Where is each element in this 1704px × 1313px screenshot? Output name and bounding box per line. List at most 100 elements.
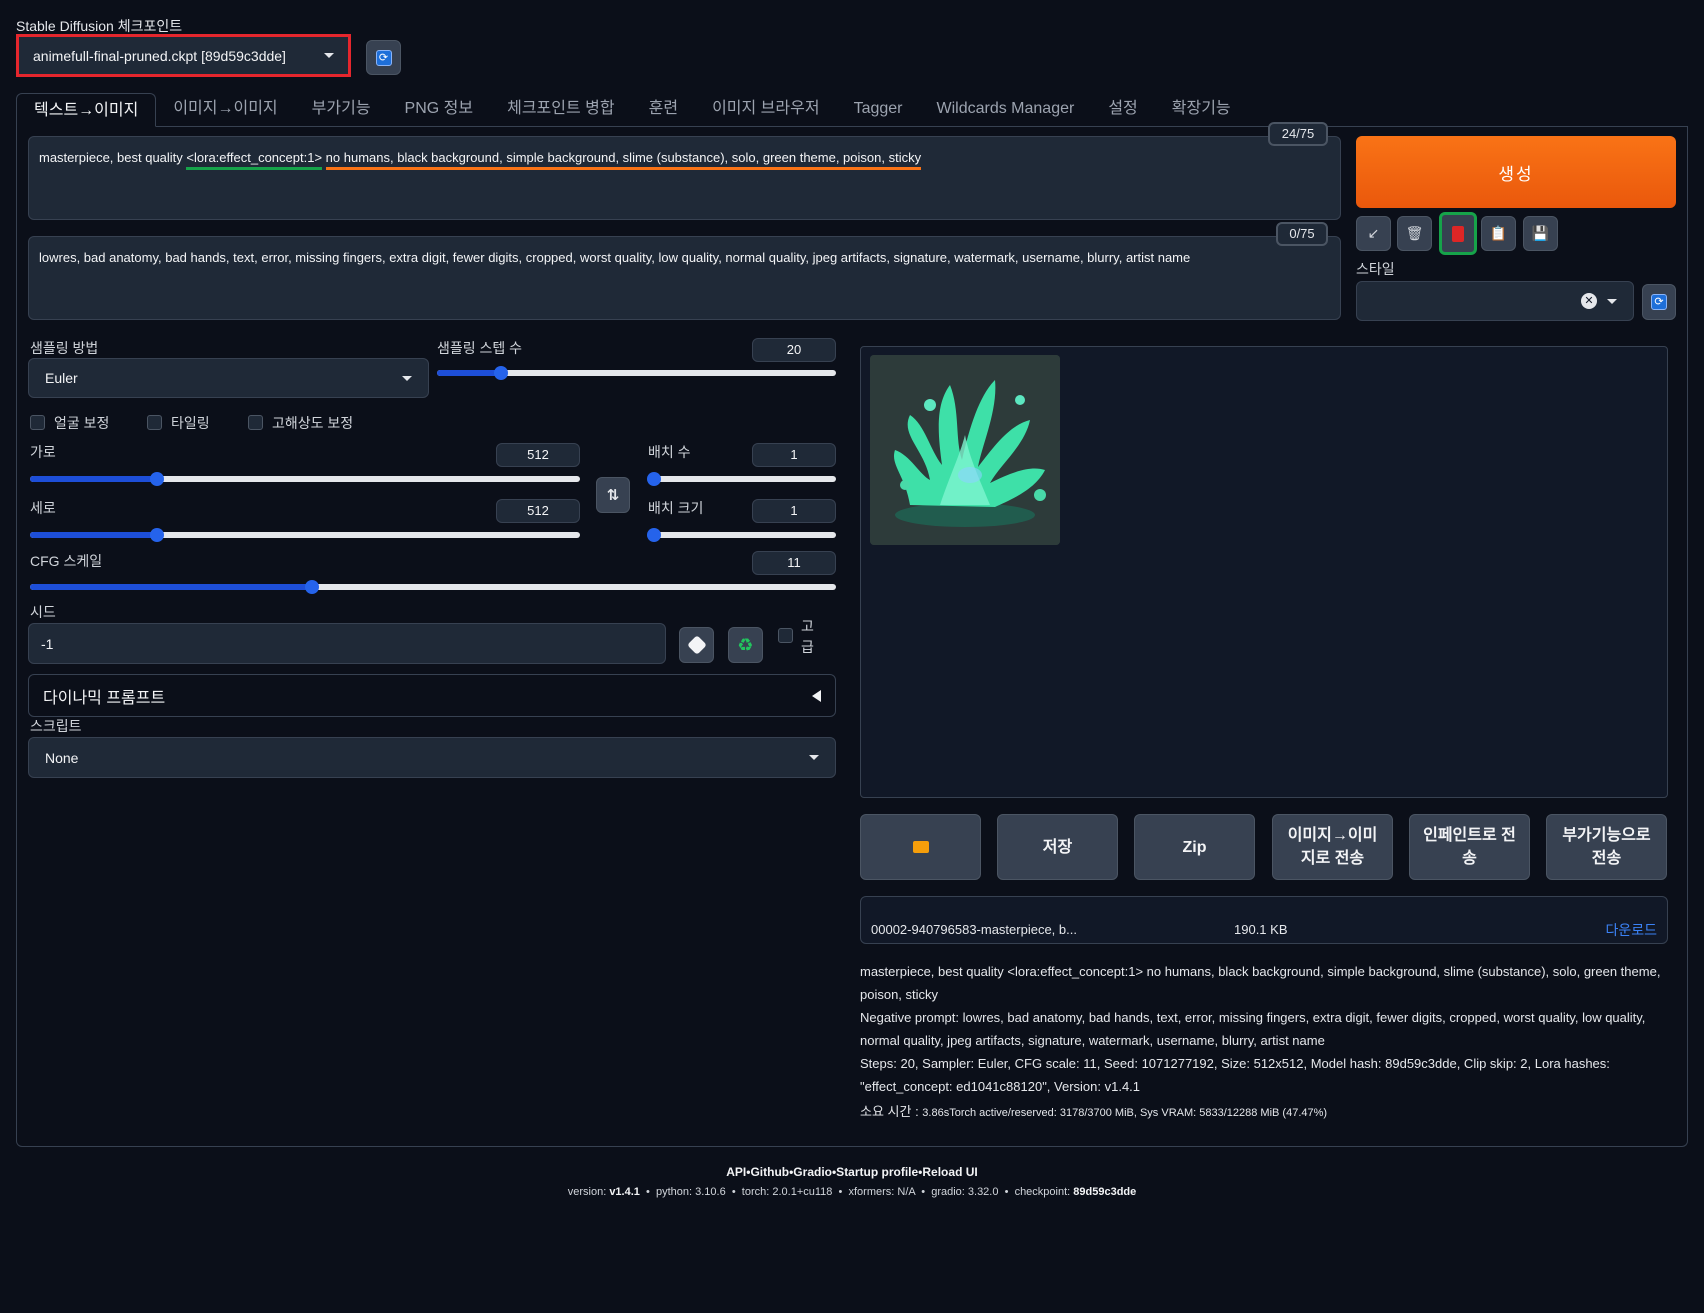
generated-image-thumbnail[interactable]	[870, 355, 1060, 545]
tab-png-info[interactable]: PNG 정보	[388, 92, 491, 126]
seed-input[interactable]: -1	[28, 623, 666, 664]
sampling-steps-slider[interactable]	[437, 366, 836, 380]
negative-prompt-text: lowres, bad anatomy, bad hands, text, er…	[39, 250, 1191, 265]
info-negative-prompt: Negative prompt: lowres, bad anatomy, ba…	[860, 1010, 1646, 1048]
info-parameters: Steps: 20, Sampler: Euler, CFG scale: 11…	[860, 1056, 1610, 1094]
height-slider[interactable]	[30, 528, 580, 542]
save-button[interactable]: 저장	[997, 814, 1118, 880]
tab-txt2img[interactable]: 텍스트→이미지	[16, 93, 157, 127]
chevron-down-icon	[402, 375, 412, 381]
reuse-seed-button[interactable]: ♻	[728, 627, 763, 663]
cfg-scale-label: CFG 스케일	[30, 553, 103, 569]
cfg-scale-slider[interactable]	[30, 580, 836, 594]
checkpoint-value: animefull-final-pruned.ckpt [89d59c3dde]	[33, 47, 286, 64]
sampling-steps-input[interactable]: 20	[752, 338, 836, 362]
arrow-down-left-icon: ↙	[1367, 225, 1380, 241]
swap-dimensions-button[interactable]: ⇅	[596, 477, 630, 513]
styles-label: 스타일	[1356, 261, 1395, 277]
prompt-text-start: masterpiece, best quality	[39, 150, 187, 165]
width-slider[interactable]	[30, 472, 580, 486]
tab-tagger[interactable]: Tagger	[837, 92, 920, 126]
hires-fix-label: 고해상도 보정	[272, 415, 354, 431]
checkpoint-hash-value: 89d59c3dde	[1073, 1186, 1137, 1198]
tab-image-browser[interactable]: 이미지 브라우저	[695, 92, 837, 126]
footer-links[interactable]: API•Github•Gradio•Startup profile•Reload…	[0, 1165, 1704, 1179]
batch-count-input[interactable]: 1	[752, 443, 836, 467]
tab-checkpoint-merge[interactable]: 체크포인트 병합	[490, 92, 632, 126]
download-link[interactable]: 다운로드	[1605, 920, 1657, 940]
clipboard-icon: 📋	[1489, 225, 1508, 241]
sampling-method-value: Euler	[45, 370, 78, 386]
hires-fix-checkbox[interactable]	[248, 415, 263, 430]
face-restore-checkbox[interactable]	[30, 415, 45, 430]
extra-networks-button[interactable]	[1439, 212, 1477, 255]
width-input[interactable]: 512	[496, 443, 580, 467]
batch-size-input[interactable]: 1	[752, 499, 836, 523]
batch-size-label: 배치 크기	[648, 500, 704, 516]
height-label: 세로	[30, 500, 56, 516]
torch-version: torch: 2.0.1+cu118	[741, 1186, 833, 1198]
tab-img2img[interactable]: 이미지→이미지	[156, 92, 294, 126]
version-label: version:	[567, 1186, 610, 1198]
dynamic-prompts-accordion[interactable]: 다이나믹 프롬프트	[28, 674, 836, 717]
tab-extensions[interactable]: 확장기능	[1155, 92, 1248, 126]
prompt-textarea[interactable]: masterpiece, best quality <lora:effect_c…	[28, 136, 1341, 220]
tab-extras[interactable]: 부가기능	[295, 92, 388, 126]
recycle-icon: ♻	[737, 634, 754, 655]
gradio-version: gradio: 3.32.0	[931, 1186, 999, 1198]
refresh-checkpoint-button[interactable]: ⟳	[366, 40, 401, 75]
send-to-img2img-button[interactable]: 이미지→이미지로 전송	[1272, 814, 1393, 880]
clear-prompt-button[interactable]: 🗑	[1397, 216, 1432, 251]
read-params-button[interactable]: ↙	[1356, 216, 1391, 251]
tiling-label: 타일링	[171, 415, 210, 431]
sampling-steps-label: 샘플링 스텝 수	[437, 340, 523, 356]
save-style-button[interactable]: 💾	[1523, 216, 1558, 251]
chevron-down-icon	[809, 755, 819, 760]
generate-button[interactable]: 생성	[1356, 136, 1676, 208]
styles-dropdown[interactable]: ✕	[1356, 281, 1634, 321]
sampling-method-label: 샘플링 방법	[30, 340, 99, 356]
width-label: 가로	[30, 444, 56, 460]
refresh-icon: ⟳	[375, 49, 392, 66]
dynamic-prompts-title: 다이나믹 프롬프트	[43, 689, 166, 707]
xformers-version: xformers: N/A	[848, 1186, 916, 1198]
seed-extra-checkbox[interactable]	[778, 628, 793, 643]
random-seed-button[interactable]	[679, 627, 714, 663]
refresh-icon: ⟳	[1651, 294, 1667, 310]
batch-count-slider[interactable]	[647, 472, 836, 486]
zip-button[interactable]: Zip	[1134, 814, 1255, 880]
floppy-disk-icon: 💾	[1531, 225, 1550, 241]
clear-icon[interactable]: ✕	[1581, 293, 1597, 309]
send-to-inpaint-button[interactable]: 인페인트로 전송	[1409, 814, 1530, 880]
prompt-token-counter: 24/75	[1268, 122, 1328, 146]
tiling-checkbox[interactable]	[147, 415, 162, 430]
script-dropdown[interactable]: None	[28, 737, 836, 778]
checkpoint-hash-label: checkpoint:	[1014, 1186, 1074, 1198]
seed-extra-label: 고급	[801, 618, 814, 655]
open-folder-button[interactable]	[860, 814, 981, 880]
version-value: v1.4.1	[609, 1186, 640, 1198]
refresh-styles-button[interactable]: ⟳	[1642, 284, 1676, 320]
batch-size-slider[interactable]	[647, 528, 836, 542]
negative-prompt-textarea[interactable]: lowres, bad anatomy, bad hands, text, er…	[28, 236, 1341, 320]
send-to-extras-button[interactable]: 부가기능으로 전송	[1546, 814, 1667, 880]
height-input[interactable]: 512	[496, 499, 580, 523]
tab-train[interactable]: 훈련	[632, 92, 695, 126]
tab-settings[interactable]: 설정	[1091, 92, 1154, 126]
face-restore-label: 얼굴 보정	[54, 415, 110, 431]
batch-count-label: 배치 수	[648, 444, 691, 460]
generation-info: masterpiece, best quality <lora:effect_c…	[860, 960, 1668, 1125]
download-file-row: 00002-940796583-masterpiece, b... 190.1 …	[860, 896, 1668, 944]
python-version: python: 3.10.6	[655, 1186, 726, 1198]
cfg-scale-input[interactable]: 11	[752, 551, 836, 575]
file-size: 190.1 KB	[1234, 922, 1288, 937]
apply-style-button[interactable]: 📋	[1481, 216, 1516, 251]
prompt-lora-token: <lora:effect_concept:1>	[186, 150, 323, 170]
tab-wildcards-manager[interactable]: Wildcards Manager	[919, 92, 1091, 126]
sampling-method-dropdown[interactable]: Euler	[28, 358, 429, 398]
dice-icon	[686, 635, 707, 655]
prompt-text-rest: no humans, black background, simple back…	[325, 150, 922, 170]
checkpoint-dropdown[interactable]: animefull-final-pruned.ckpt [89d59c3dde]	[16, 34, 351, 77]
collapse-triangle-icon	[812, 689, 821, 702]
info-prompt: masterpiece, best quality <lora:effect_c…	[860, 964, 1661, 1002]
